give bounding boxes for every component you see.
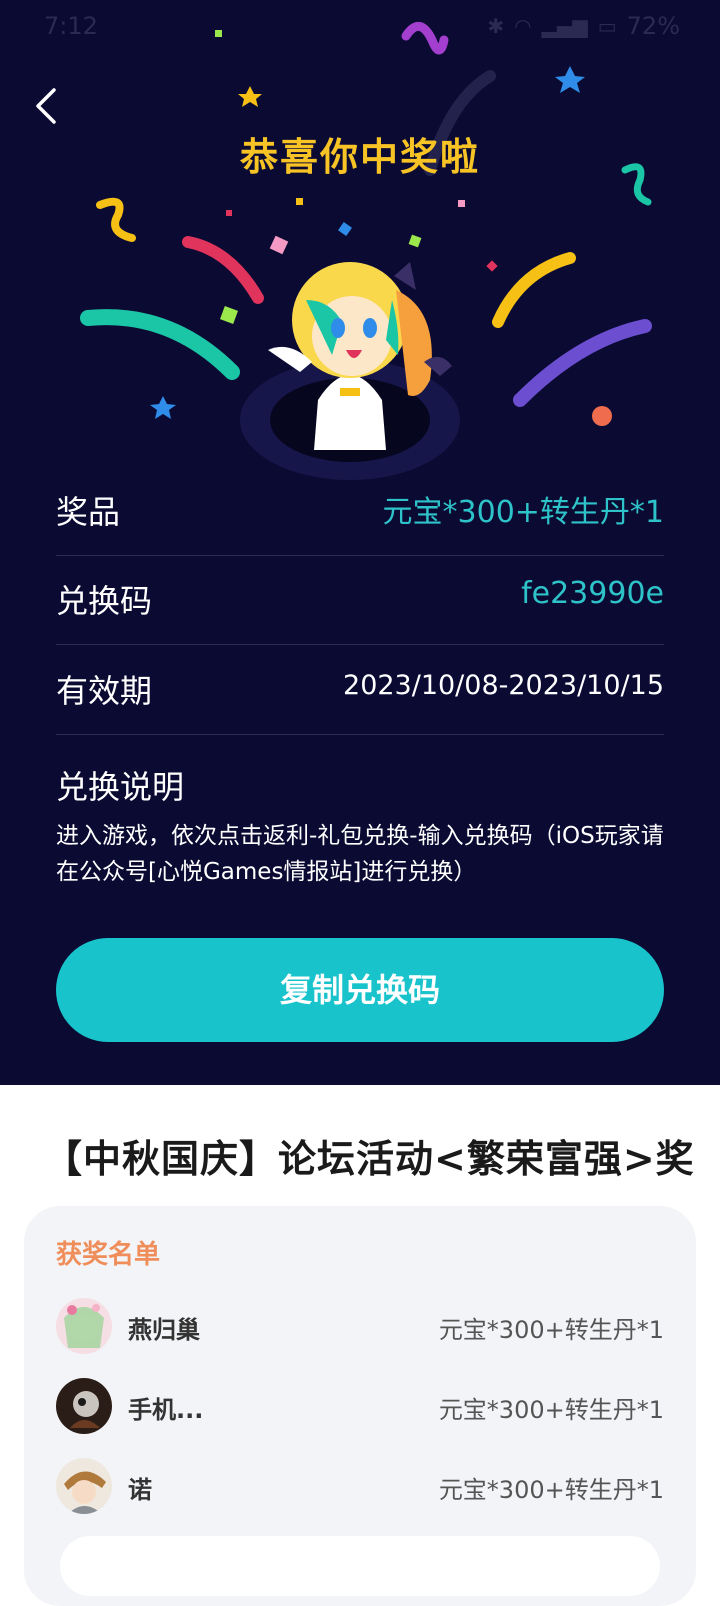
prize-value: 元宝*300+转生丹*1: [382, 495, 664, 530]
bottom-panel: [60, 1536, 660, 1596]
avatar: [56, 1378, 112, 1434]
instructions-text: 进入游戏，依次点击返利-礼包兑换-输入兑换码（iOS玩家请在公众号[心悦Game…: [56, 823, 664, 885]
celebration-illustration: [80, 22, 652, 480]
winner-prize: 元宝*300+转生丹*1: [438, 1316, 664, 1344]
winner-name: 手机...: [128, 1396, 204, 1424]
chevron-left-icon: [36, 88, 56, 124]
prize-row: 奖品 元宝*300+转生丹*1: [56, 465, 664, 556]
validity-label: 有效期: [56, 672, 153, 710]
prize-label: 奖品: [56, 493, 121, 531]
winner-prize: 元宝*300+转生丹*1: [438, 1476, 664, 1504]
list-item[interactable]: 燕归巢 元宝*300+转生丹*1: [56, 1296, 664, 1356]
winners-heading: 获奖名单: [56, 1240, 161, 1270]
winner-prize: 元宝*300+转生丹*1: [438, 1396, 664, 1424]
battery-level: 72%: [626, 12, 680, 40]
bluetooth-icon: ✱: [487, 14, 505, 38]
avatar: [56, 1458, 112, 1514]
code-label: 兑换码: [56, 582, 153, 620]
winner-name: 诺: [128, 1476, 152, 1504]
back-button[interactable]: [24, 80, 74, 130]
avatar: [56, 1298, 112, 1354]
code-row: 兑换码 fe23990e: [56, 554, 664, 645]
list-item[interactable]: 手机... 元宝*300+转生丹*1: [56, 1376, 664, 1436]
prize-panel: 7:12 ✱ ◠ ▂▄▆ ▭ 72% 恭喜你中奖啦 奖品 元宝*300+转生丹*…: [0, 0, 720, 1085]
instructions-title: 兑换说明: [56, 768, 185, 806]
signal-icon: ▂▄▆: [541, 14, 588, 38]
status-time: 7:12: [44, 12, 98, 40]
page-title: 恭喜你中奖啦: [239, 135, 480, 179]
winner-name: 燕归巢: [128, 1316, 200, 1344]
list-item[interactable]: 诺 元宝*300+转生丹*1: [56, 1456, 664, 1516]
status-bar: 7:12 ✱ ◠ ▂▄▆ ▭ 72%: [0, 0, 720, 52]
battery-icon: ▭: [597, 14, 617, 38]
event-title: 【中秋国庆】论坛活动<繁荣富强>奖: [44, 1137, 695, 1181]
validity-row: 有效期 2023/10/08-2023/10/15: [56, 644, 664, 735]
wifi-icon: ◠: [514, 14, 532, 38]
code-value[interactable]: fe23990e: [521, 576, 664, 611]
copy-code-button[interactable]: 复制兑换码: [56, 938, 664, 1042]
validity-value: 2023/10/08-2023/10/15: [343, 670, 664, 701]
